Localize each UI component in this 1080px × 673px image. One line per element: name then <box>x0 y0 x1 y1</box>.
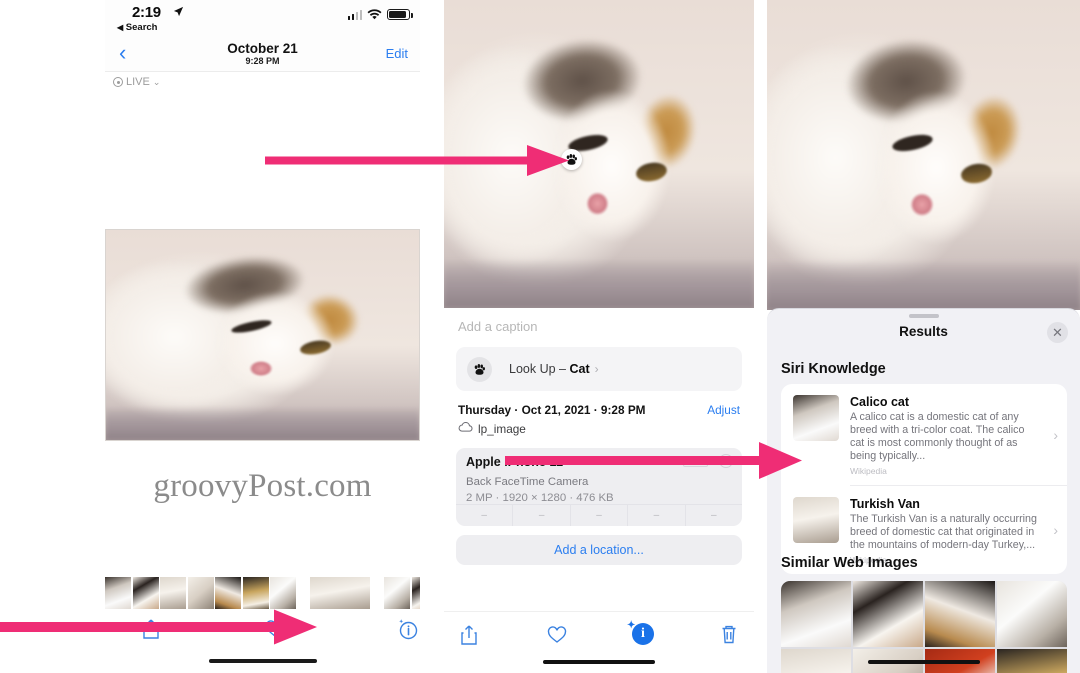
close-icon[interactable]: ✕ <box>1047 322 1068 343</box>
chevron-right-icon: › <box>1053 522 1058 538</box>
triangle-left-icon: ◀ <box>117 23 124 32</box>
wifi-icon <box>367 9 382 20</box>
look-up-prefix: Look Up – <box>509 362 570 376</box>
section-title-siri-knowledge: Siri Knowledge <box>781 361 886 377</box>
thumbnail-group-current[interactable] <box>310 577 370 609</box>
web-image-item[interactable] <box>997 581 1067 647</box>
thumbnail-item[interactable] <box>132 577 159 609</box>
status-bar-time: 2:19 <box>132 4 161 21</box>
knowledge-description: The Turkish Van is a naturally occurring… <box>850 513 1037 551</box>
thumbnail-item[interactable] <box>270 577 296 609</box>
phone-screen-photo-detail: 2:19 ◀ Search ‹ October 21 9:28 PM Edit … <box>105 0 420 673</box>
exif-cell: – <box>513 505 571 526</box>
section-title-similar-web-images: Similar Web Images <box>781 555 918 571</box>
web-image-item[interactable] <box>781 581 851 647</box>
knowledge-description: A calico cat is a domestic cat of any br… <box>850 411 1025 462</box>
results-title: Results <box>899 324 948 339</box>
exif-cell: – <box>456 505 514 526</box>
cellular-signal-icon <box>347 9 362 20</box>
knowledge-card-calico-cat[interactable]: Calico cat A calico cat is a domestic ca… <box>781 384 1067 485</box>
photo-main-image[interactable] <box>105 229 420 441</box>
thumbnail-item[interactable] <box>242 577 269 609</box>
heart-icon[interactable] <box>547 626 567 649</box>
add-location-label: Add a location... <box>554 543 644 557</box>
web-image-item[interactable] <box>925 581 995 647</box>
knowledge-title: Calico cat <box>850 395 910 409</box>
look-up-row[interactable]: Look Up – Cat › <box>456 347 742 391</box>
photo-filename: lp_image <box>478 422 526 436</box>
info-badge: i ✦ <box>627 620 654 645</box>
live-photo-label: LIVE <box>126 76 150 88</box>
photo-datetime: Thursday · Oct 21, 2021 · 9:28 PM <box>458 403 646 417</box>
thumbnail-item[interactable] <box>160 577 186 609</box>
look-up-label: Look Up – Cat <box>509 362 590 376</box>
exif-cell: – <box>571 505 629 526</box>
thumbnail-item[interactable] <box>215 577 241 609</box>
exif-values-row: – – – – – <box>456 504 742 526</box>
location-arrow-icon <box>173 5 184 20</box>
web-image-item[interactable] <box>853 581 923 647</box>
arrow-to-info-button <box>0 608 318 646</box>
web-image-item[interactable] <box>781 649 851 673</box>
phone-screen-results: Results ✕ Siri Knowledge Calico cat A ca… <box>767 0 1080 673</box>
thumbnail-item[interactable] <box>384 577 410 609</box>
arrow-to-visual-lookup-badge <box>265 143 570 178</box>
caption-input[interactable]: Add a caption <box>458 319 538 334</box>
search-app-label: Search <box>125 22 158 33</box>
paw-print-icon <box>467 356 492 382</box>
home-indicator <box>867 659 980 664</box>
icloud-icon <box>458 421 473 436</box>
knowledge-thumbnail <box>793 395 839 441</box>
status-bar-indicators <box>347 9 413 20</box>
exif-cell: – <box>711 510 717 521</box>
thumbnail-group[interactable] <box>384 577 420 609</box>
knowledge-title: Turkish Van <box>850 497 920 511</box>
page-subtitle: 9:28 PM <box>245 56 280 66</box>
photo-main-image-background[interactable] <box>767 0 1080 310</box>
info-sparkle-icon-active[interactable]: i ✦ <box>627 620 654 645</box>
drag-handle[interactable] <box>908 314 939 318</box>
thumbnail-item[interactable] <box>411 577 420 609</box>
navigation-bar: ‹ October 21 9:28 PM Edit <box>105 40 420 72</box>
photo-info-sheet: Add a caption Look Up – Cat › Thursday ·… <box>444 308 754 673</box>
look-up-subject: Cat <box>569 362 590 376</box>
chevron-right-icon: › <box>1053 426 1058 443</box>
add-location-button[interactable]: Add a location... <box>456 535 742 565</box>
home-indicator <box>543 659 655 664</box>
photo-specs: 2 MP · 1920 × 1280 · 476 KB <box>466 492 614 504</box>
exif-cell: – <box>628 505 686 526</box>
back-to-search-label[interactable]: ◀ Search <box>117 22 157 33</box>
siri-knowledge-list: Calico cat A calico cat is a domestic ca… <box>781 384 1067 574</box>
live-photo-badge[interactable]: LIVE ⌄ <box>113 76 160 88</box>
battery-icon <box>387 9 413 20</box>
status-bar: 2:19 ◀ Search <box>105 0 420 40</box>
knowledge-source: Wikipedia <box>850 466 887 476</box>
web-image-item[interactable] <box>997 649 1067 673</box>
thumbnail-item-selected[interactable] <box>310 577 370 609</box>
thumbnail-item[interactable] <box>187 577 214 609</box>
photo-filename-row: lp_image <box>458 421 740 436</box>
live-photo-icon <box>113 77 123 87</box>
phone-screen-visual-lookup: Add a caption Look Up – Cat › Thursday ·… <box>444 0 754 673</box>
screenshot-stage: 2:19 ◀ Search ‹ October 21 9:28 PM Edit … <box>0 0 1080 673</box>
arrow-to-results-panel <box>505 440 803 480</box>
home-indicator <box>208 659 317 663</box>
photo-thumbnail-strip[interactable] <box>105 577 420 609</box>
edit-button[interactable]: Edit <box>386 46 408 61</box>
thumbnail-item[interactable] <box>105 577 131 609</box>
trash-icon[interactable] <box>720 624 738 650</box>
info-sparkle-icon[interactable] <box>397 618 419 645</box>
photo-date-row: Thursday · Oct 21, 2021 · 9:28 PM Adjust… <box>458 403 740 436</box>
adjust-button[interactable]: Adjust <box>707 403 740 417</box>
watermark: groovyPost.com <box>153 468 372 504</box>
knowledge-thumbnail <box>793 497 839 543</box>
page-title: October 21 <box>227 41 298 56</box>
sparkle-icon: ✦ <box>627 620 636 631</box>
chevron-down-icon: ⌄ <box>152 76 161 87</box>
results-sheet: Results ✕ Siri Knowledge Calico cat A ca… <box>767 308 1080 673</box>
share-icon[interactable] <box>460 624 478 651</box>
thumbnail-group[interactable] <box>105 577 296 609</box>
chevron-right-icon: › <box>594 362 599 376</box>
